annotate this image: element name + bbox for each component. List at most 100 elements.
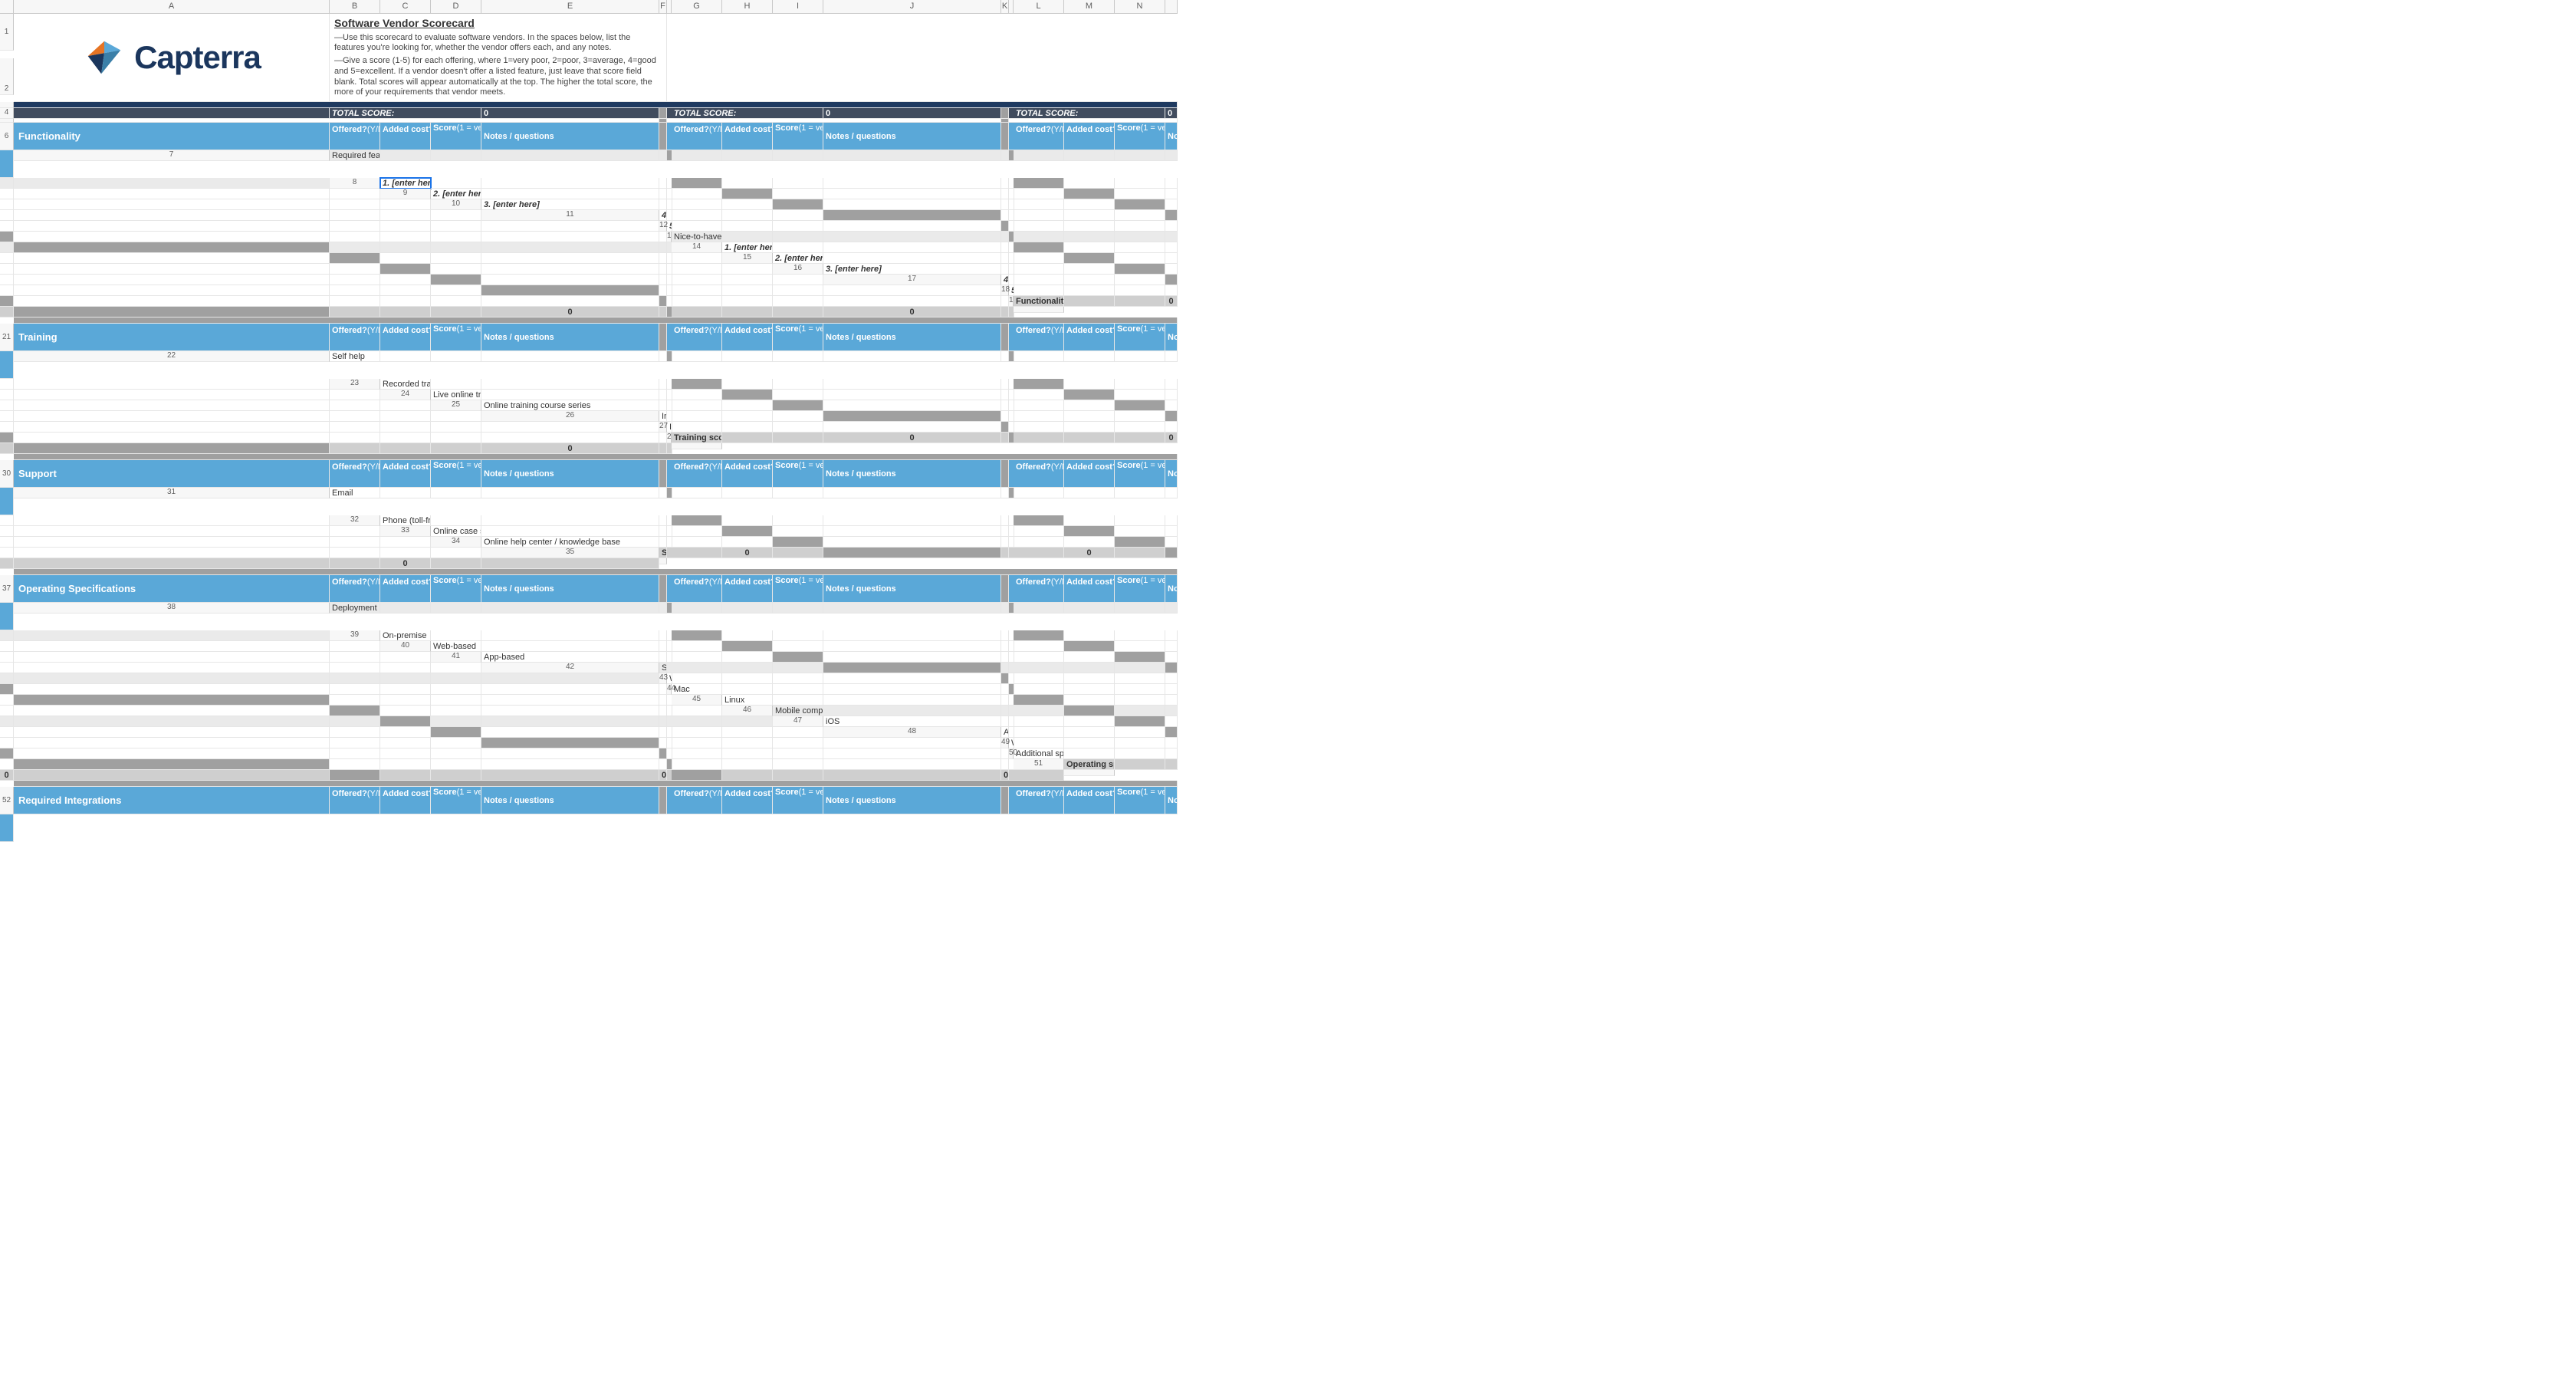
cell-r22-v1-c1[interactable] (773, 351, 823, 362)
cell-r15-v2-c3[interactable] (672, 264, 722, 275)
spreadsheet-grid[interactable]: 1 Capterra Software Vendor Scorecard —Us… (0, 14, 2576, 842)
cell-r27-v0-c2[interactable] (773, 422, 823, 433)
cell-r13-v2-c2[interactable] (481, 242, 659, 253)
cell-r24-v2-c3[interactable] (330, 400, 380, 411)
cell-r44-v0-c2[interactable] (823, 684, 1001, 695)
cell-r33-v1-c3[interactable] (1014, 526, 1064, 537)
cell-r15-v1-c1[interactable] (0, 264, 14, 275)
cell-r49-v2-c2[interactable] (773, 748, 823, 759)
cell-r18-v2-c1[interactable] (722, 296, 773, 307)
cell-r47-v1-c3[interactable] (380, 727, 431, 738)
cell-A40[interactable]: Web-based (431, 641, 481, 652)
cell-r50-v1-c0[interactable] (380, 759, 431, 770)
cell-r22-v2-c2[interactable] (1165, 351, 1178, 362)
cell-r38-v1-c3[interactable] (1001, 603, 1009, 614)
cell-r44-v2-c0[interactable] (380, 695, 431, 706)
rownum-39[interactable]: 39 (330, 630, 380, 641)
cell-r42-v2-c3[interactable] (431, 673, 481, 684)
cell-r49-v2-c3[interactable] (823, 748, 1001, 759)
rownum-30[interactable]: 30 (0, 460, 14, 488)
cell-r43-v0-c2[interactable] (773, 673, 823, 684)
cell-r48-v1-c1[interactable] (330, 738, 380, 748)
rownum-35[interactable]: 35 (481, 548, 659, 558)
cell-A42[interactable]: Supported OS: (659, 663, 667, 673)
cell-r9-v2-c0[interactable] (1165, 189, 1178, 199)
cell-A38[interactable]: Deployment options: (330, 603, 380, 614)
cell-r23-v0-c1[interactable] (481, 379, 659, 390)
cell-r42-v1-c3[interactable] (1115, 663, 1165, 673)
col-B[interactable]: B (330, 0, 380, 14)
cell-r43-v0-c1[interactable] (722, 673, 773, 684)
cell-r27-v1-c3[interactable] (1165, 422, 1178, 433)
rownum-11[interactable]: 11 (481, 210, 659, 221)
cell-r50-v0-c0[interactable] (1064, 748, 1115, 759)
cell-r48-v0-c1[interactable] (1014, 727, 1064, 738)
cell-r25-v1-c0[interactable] (1001, 400, 1009, 411)
cell-r12-v0-c1[interactable] (722, 221, 773, 232)
cell-r17-v2-c2[interactable] (722, 285, 773, 296)
cell-r26-v2-c2[interactable] (380, 422, 431, 433)
cell-r38-v2-c3[interactable] (0, 630, 14, 641)
cell-r45-v1-c0[interactable] (1115, 695, 1165, 706)
rownum-15[interactable]: 15 (722, 253, 773, 264)
cell-r41-v1-c2[interactable] (1014, 652, 1064, 663)
rownum-38[interactable]: 38 (14, 603, 330, 614)
cell-r46-v0-c0[interactable] (823, 706, 1001, 716)
cell-r23-v1-c1[interactable] (823, 379, 1001, 390)
cell-r18-v0-c1[interactable] (1064, 285, 1115, 296)
cell-A48[interactable]: Android (1001, 727, 1009, 738)
rownum-52[interactable]: 52 (0, 787, 14, 814)
cell-r42-v0-c2[interactable] (722, 663, 773, 673)
cell-r43-v0-c3[interactable] (823, 673, 1001, 684)
cell-r39-v1-c2[interactable] (1001, 630, 1009, 641)
cell-r9-v2-c2[interactable] (14, 199, 330, 210)
cell-r49-v1-c1[interactable] (380, 748, 431, 759)
cell-r25-v0-c3[interactable] (722, 400, 773, 411)
cell-A45[interactable]: Linux (722, 695, 773, 706)
cell-r12-v0-c2[interactable] (773, 221, 823, 232)
cell-r16-v1-c2[interactable] (330, 275, 380, 285)
cell-r48-v1-c0[interactable] (14, 738, 330, 748)
cell-A13[interactable]: Nice-to-have features: (672, 232, 722, 242)
cell-r11-v1-c3[interactable] (1115, 210, 1165, 221)
rownum-10[interactable]: 10 (431, 199, 481, 210)
cell-r17-v0-c3[interactable] (1115, 275, 1165, 285)
cell-r9-v0-c0[interactable] (481, 189, 659, 199)
cell-r14-v0-c0[interactable] (773, 242, 823, 253)
cell-r27-v1-c2[interactable] (1115, 422, 1165, 433)
cell-r22-v2-c3[interactable] (0, 379, 14, 390)
rownum-45[interactable]: 45 (672, 695, 722, 706)
cell-r13-v2-c1[interactable] (431, 242, 481, 253)
cell-r7-v2-c0[interactable] (1064, 150, 1115, 161)
cell-r50-v1-c2[interactable] (481, 759, 659, 770)
rownum-51[interactable]: 51 (1014, 759, 1064, 770)
col-I[interactable]: I (773, 0, 823, 14)
cell-A17[interactable]: 4. [enter here] (1001, 275, 1009, 285)
cell-r10-v0-c2[interactable] (672, 199, 722, 210)
cell-A10[interactable]: 3. [enter here] (481, 199, 659, 210)
cell-r32-v0-c0[interactable] (431, 515, 481, 526)
rownum-2[interactable]: 2 (0, 58, 14, 95)
cell-r48-v0-c3[interactable] (1115, 727, 1165, 738)
cell-r17-v2-c1[interactable] (672, 285, 722, 296)
cell-r18-v1-c1[interactable] (380, 296, 431, 307)
cell-r22-v0-c1[interactable] (431, 351, 481, 362)
cell-A16[interactable]: 3. [enter here] (823, 264, 1001, 275)
cell-r12-v1-c0[interactable] (1014, 221, 1064, 232)
cell-r38-v1-c0[interactable] (722, 603, 773, 614)
cell-r22-v0-c3[interactable] (659, 351, 667, 362)
cell-r7-v1-c1[interactable] (773, 150, 823, 161)
cell-r46-v2-c1[interactable] (659, 716, 667, 727)
rownum-34[interactable]: 34 (431, 537, 481, 548)
cell-r43-v2-c3[interactable] (481, 684, 659, 695)
cell-r10-v2-c2[interactable] (330, 210, 380, 221)
cell-r17-v0-c2[interactable] (1064, 275, 1115, 285)
cell-r45-v0-c1[interactable] (823, 695, 1001, 706)
cell-r8-v0-c1[interactable] (481, 178, 659, 189)
cell-r17-v1-c0[interactable] (14, 285, 330, 296)
cell-r25-v2-c2[interactable] (330, 411, 380, 422)
cell-r47-v2-c0[interactable] (659, 727, 667, 738)
cell-r18-v2-c2[interactable] (773, 296, 823, 307)
cell-r24-v0-c1[interactable] (659, 390, 667, 400)
cell-r13-v0-c0[interactable] (722, 232, 773, 242)
